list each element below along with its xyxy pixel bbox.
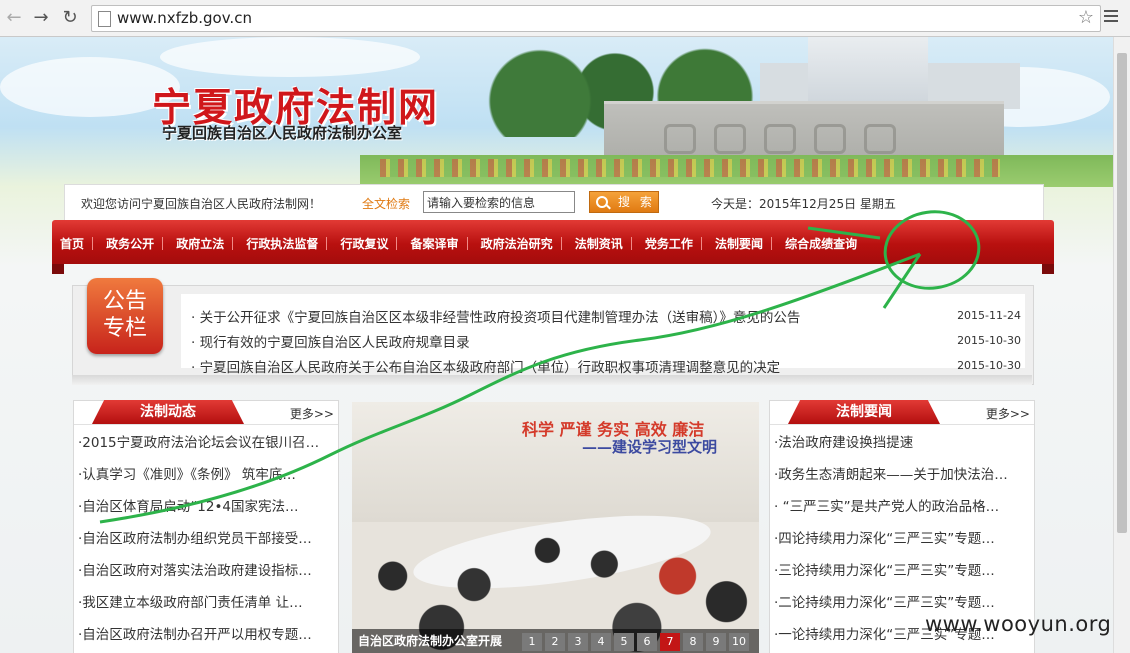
- notice-section: 公告 专栏 · 关于公开征求《宁夏回族自治区区本级非经营性政府投资项目代建制管理…: [72, 278, 1034, 385]
- list-item[interactable]: · “三严三实”是共产党人的政治品格…: [774, 499, 1008, 531]
- panel-title: 法制要闻: [788, 400, 940, 424]
- notice-item[interactable]: · 宁夏回族自治区人民政府关于公布自治区本级政府部门（单位）行政职权事项清理调整…: [191, 356, 780, 376]
- notice-date: 2015-10-30: [957, 359, 1021, 372]
- bookmark-star-icon[interactable]: ☆: [1078, 7, 1094, 28]
- notice-list: · 关于公开征求《宁夏回族自治区区本级非经营性政府投资项目代建制管理办法（送审稿…: [181, 294, 1025, 376]
- back-arrow-icon[interactable]: ←: [4, 8, 24, 28]
- nav-news[interactable]: 法制资讯: [575, 235, 623, 252]
- nav-key-news[interactable]: 法制要闻: [715, 235, 763, 252]
- list-item[interactable]: ·我区建立本级政府部门责任清单 让…: [78, 595, 319, 627]
- list-item[interactable]: ·自治区体育局启动“12•4国家宪法…: [78, 499, 319, 531]
- page-button-active[interactable]: 7: [660, 633, 680, 651]
- page-button[interactable]: 4: [591, 633, 611, 651]
- browser-menu-icon[interactable]: [1104, 10, 1118, 25]
- list-item[interactable]: ·三论持续用力深化“三严三实”专题…: [774, 563, 1008, 595]
- page-button[interactable]: 10: [729, 633, 749, 651]
- notice-item[interactable]: · 现行有效的宁夏回族自治区人民政府规章目录: [191, 331, 470, 351]
- nav-score-query[interactable]: 综合成绩查询: [785, 235, 857, 252]
- panel-title: 法制动态: [92, 400, 244, 424]
- list-item[interactable]: ·认真学习《准则》《条例》 筑牢底…: [78, 467, 319, 499]
- info-bar: 欢迎您访问宁夏回族自治区人民政府法制网！ 全文检索 搜 索 今天是：2015年1…: [64, 184, 1044, 221]
- site-subtitle: 宁夏回族自治区人民政府法制办公室: [162, 124, 403, 142]
- nav-legislation[interactable]: 政府立法: [176, 235, 224, 252]
- notice-date: 2015-11-24: [957, 309, 1021, 322]
- list-item[interactable]: ·四论持续用力深化“三严三实”专题…: [774, 531, 1008, 563]
- list-item[interactable]: ·自治区政府法制办组织党员干部接受…: [78, 531, 319, 563]
- photo-slogan-bottom: ——建设学习型文明: [582, 438, 718, 456]
- nav-gov-affairs[interactable]: 政务公开: [106, 235, 154, 252]
- list-item[interactable]: ·自治区政府法制办召开严以用权专题…: [78, 627, 319, 653]
- nav-filing[interactable]: 备案译审: [411, 235, 459, 252]
- page-button[interactable]: 3: [568, 633, 588, 651]
- list-item[interactable]: ·自治区政府对落实法治政府建设指标…: [78, 563, 319, 595]
- notice-item[interactable]: · 关于公开征求《宁夏回族自治区区本级非经营性政府投资项目代建制管理办法（送审稿…: [191, 306, 800, 326]
- welcome-text: 欢迎您访问宁夏回族自治区人民政府法制网！: [81, 197, 322, 211]
- header-banner: 宁夏政府法制网 宁夏回族自治区人民政府法制办公室: [0, 37, 1113, 187]
- page-button[interactable]: 8: [683, 633, 703, 651]
- browser-toolbar: ← → ↻ www.nxfzb.gov.cn ☆: [0, 0, 1130, 37]
- more-link[interactable]: 更多>>: [986, 405, 1030, 422]
- scrollbar-thumb[interactable]: [1117, 53, 1127, 533]
- today-date: 今天是：2015年12月25日 星期五: [711, 197, 896, 211]
- search-input[interactable]: [423, 191, 575, 213]
- list-item[interactable]: ·2015宁夏政府法治论坛会议在银川召…: [78, 435, 319, 467]
- search-icon: [596, 196, 608, 208]
- news-photo-slideshow[interactable]: 科学 严谨 务实 高效 廉洁 ——建设学习型文明 自治区政府法制办公室开展 12…: [352, 402, 759, 653]
- fulltext-search-link[interactable]: 全文检索: [362, 195, 410, 212]
- page-button[interactable]: 6: [637, 633, 657, 651]
- nav-party[interactable]: 党务工作: [645, 235, 693, 252]
- watermark-text: www.wooyun.org: [925, 612, 1112, 636]
- nav-home[interactable]: 首页: [60, 235, 84, 252]
- slideshow-pager: 1 2 3 4 5 6 7 8 9 10: [522, 630, 752, 651]
- notice-date: 2015-10-30: [957, 334, 1021, 347]
- forward-arrow-icon[interactable]: →: [31, 8, 51, 28]
- page-icon: [98, 11, 111, 27]
- nav-research[interactable]: 政府法治研究: [481, 235, 553, 252]
- nav-enforcement[interactable]: 行政执法监督: [246, 235, 318, 252]
- vertical-scrollbar[interactable]: [1113, 37, 1130, 653]
- nav-reconsideration[interactable]: 行政复议: [340, 235, 388, 252]
- list-item[interactable]: ·法治政府建设换挡提速: [774, 435, 1008, 467]
- url-text: www.nxfzb.gov.cn: [117, 9, 252, 27]
- address-bar[interactable]: www.nxfzb.gov.cn ☆: [91, 5, 1101, 32]
- main-nav: 首页 政务公开 政府立法 行政执法监督 行政复议 备案译审 政府法治研究 法制资…: [52, 220, 1054, 274]
- page-content: 宁夏政府法制网 宁夏回族自治区人民政府法制办公室 欢迎您访问宁夏回族自治区人民政…: [0, 37, 1113, 653]
- list-item[interactable]: ·政务生态清朗起来——关于加快法治…: [774, 467, 1008, 499]
- page-button[interactable]: 2: [545, 633, 565, 651]
- meeting-photo: [352, 482, 759, 653]
- page-button[interactable]: 5: [614, 633, 634, 651]
- search-button[interactable]: 搜 索: [589, 191, 659, 213]
- page-button[interactable]: 9: [706, 633, 726, 651]
- page-button[interactable]: 1: [522, 633, 542, 651]
- legal-dynamics-panel: 法制动态 更多>> ·2015宁夏政府法治论坛会议在银川召… ·认真学习《准则》…: [73, 400, 339, 653]
- more-link[interactable]: 更多>>: [290, 405, 334, 422]
- reload-icon[interactable]: ↻: [60, 8, 80, 28]
- photo-caption[interactable]: 自治区政府法制办公室开展: [358, 632, 502, 649]
- notice-badge: 公告 专栏: [87, 278, 163, 354]
